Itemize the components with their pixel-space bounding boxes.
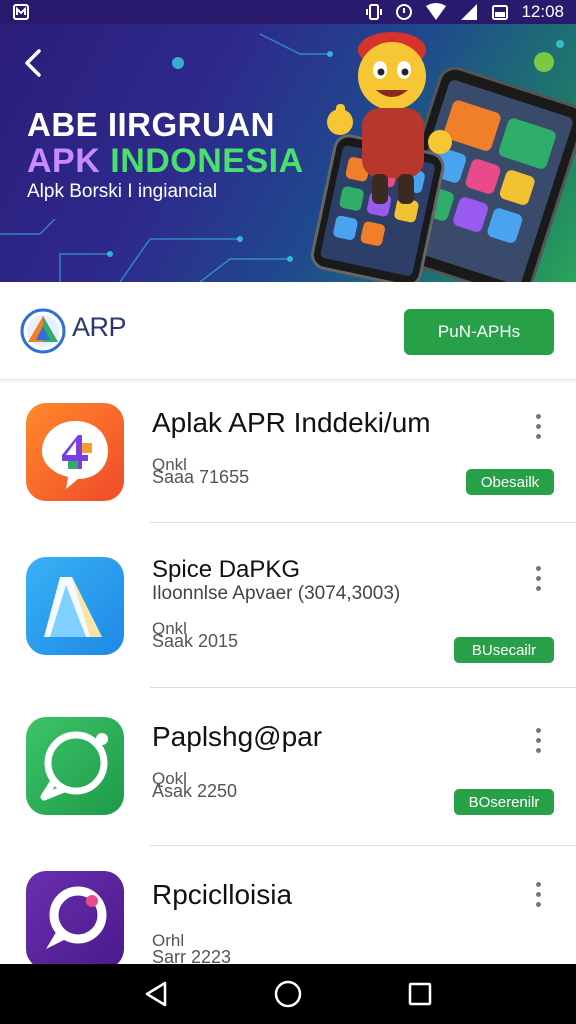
back-button[interactable] bbox=[16, 46, 50, 80]
notification-icon bbox=[13, 4, 29, 20]
list-item[interactable]: Aplak APR Inddeki/um Qnkl Saaa 71655 Obe… bbox=[0, 381, 576, 539]
status-time: 12:08 bbox=[521, 2, 564, 21]
hero-title: ABE IIRGRUAN bbox=[27, 106, 276, 143]
app-title: Rpciclloisia bbox=[152, 879, 293, 910]
primary-action-button[interactable]: PuN-APHs bbox=[404, 309, 554, 355]
chat-bubble-icon bbox=[26, 717, 124, 815]
hero-subtitle: Alpk Borski I ingiancial bbox=[27, 181, 218, 202]
app-meta-value: Sarr 2223 bbox=[152, 947, 232, 964]
triangle-document-icon bbox=[26, 557, 124, 655]
hero-title-indonesia: INDONESIA bbox=[110, 142, 304, 180]
app-list: Aplak APR Inddeki/um Qnkl Saaa 71655 Obe… bbox=[0, 381, 576, 964]
list-item[interactable]: Paplshg@par Qokl Asak 2250 BOserenilr bbox=[0, 695, 576, 853]
brand-logo-icon bbox=[20, 308, 66, 354]
app-action-button[interactable]: BOserenilr bbox=[454, 789, 554, 815]
hero-banner: ABE IIRGRUAN APK INDONESIA Alpk Borski I… bbox=[0, 24, 576, 282]
more-options-icon[interactable] bbox=[526, 877, 550, 911]
app-meta-value: Saak 2015 bbox=[152, 631, 239, 651]
app-description: Iloonnlse Apvaer (3074,3003) bbox=[152, 583, 401, 604]
app-meta-value: Saaa 71655 bbox=[152, 467, 250, 487]
app-title: Aplak APR Inddeki/um bbox=[152, 407, 431, 438]
status-left bbox=[12, 3, 30, 21]
back-triangle-icon bbox=[145, 981, 167, 1007]
recents-square-icon bbox=[408, 982, 432, 1006]
more-options-icon[interactable] bbox=[526, 561, 550, 595]
navigation-bar bbox=[0, 964, 576, 1024]
app-meta-value: Asak 2250 bbox=[152, 781, 238, 801]
app-header: ARP PuN-APHs bbox=[0, 282, 576, 380]
app-title: Spice DaPKG bbox=[152, 556, 301, 583]
list-divider bbox=[150, 687, 576, 688]
nav-recents-button[interactable] bbox=[400, 974, 440, 1014]
hero-title-apk: APK bbox=[27, 142, 101, 180]
purple-bubble-icon bbox=[26, 871, 124, 964]
status-right: 12:08 bbox=[365, 2, 564, 22]
app-title: Paplshg@par bbox=[152, 721, 323, 752]
battery-icon bbox=[492, 5, 509, 20]
list-divider bbox=[150, 845, 576, 846]
list-item[interactable]: Spice DaPKG Iloonnlse Apvaer (3074,3003)… bbox=[0, 535, 576, 693]
wifi-icon bbox=[426, 3, 447, 20]
signal-icon bbox=[461, 4, 478, 20]
hero-title-secondary: APK INDONESIA bbox=[27, 142, 304, 181]
more-options-icon[interactable] bbox=[526, 409, 550, 443]
alarm-icon bbox=[396, 4, 413, 20]
nav-home-button[interactable] bbox=[268, 974, 308, 1014]
vibrate-icon bbox=[366, 4, 383, 20]
status-bar: 12:08 bbox=[0, 0, 576, 24]
puzzle-chat-icon bbox=[26, 403, 124, 501]
nav-back-button[interactable] bbox=[136, 974, 176, 1014]
chevron-left-icon bbox=[25, 49, 41, 77]
more-options-icon[interactable] bbox=[526, 723, 550, 757]
home-circle-icon bbox=[274, 980, 302, 1008]
list-divider bbox=[150, 522, 576, 523]
mascot-phones-illustration bbox=[310, 32, 576, 282]
app-action-button[interactable]: Obesailk bbox=[466, 469, 554, 495]
list-item[interactable]: Rpciclloisia Orhl Sarr 2223 bbox=[0, 849, 576, 964]
app-action-button[interactable]: BUsecailr bbox=[454, 637, 554, 663]
brand-name: ARP bbox=[72, 312, 127, 342]
